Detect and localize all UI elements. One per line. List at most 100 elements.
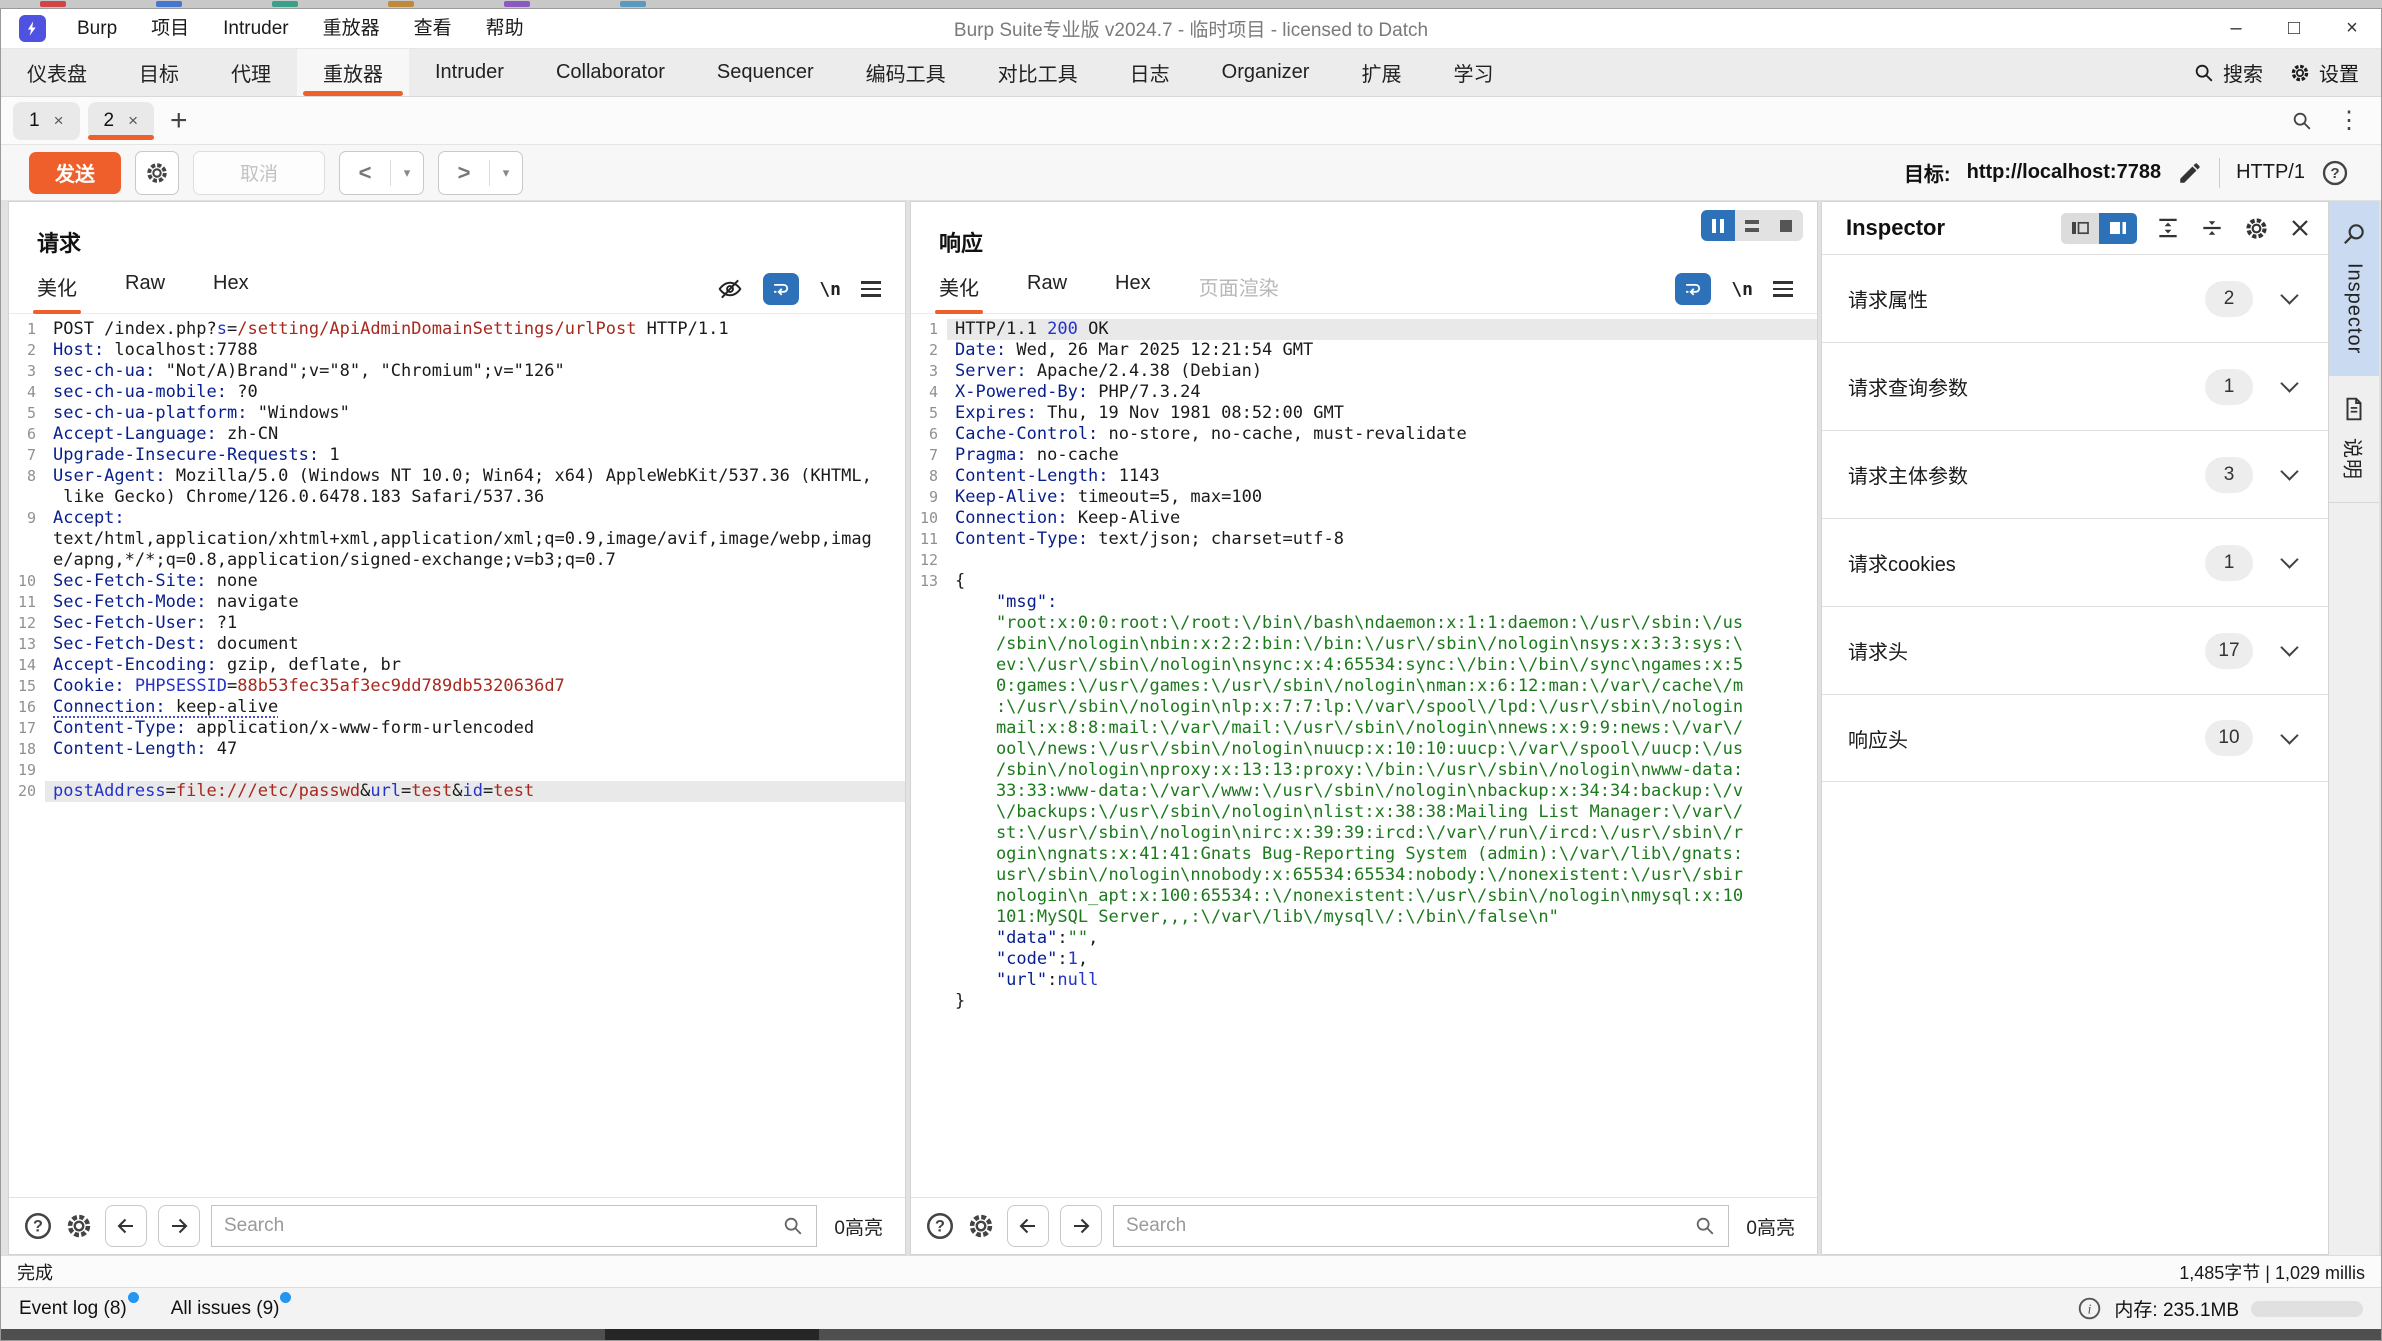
- chevron-down-icon[interactable]: [2280, 462, 2298, 480]
- next-match-button[interactable]: [1060, 1205, 1102, 1247]
- prev-match-button[interactable]: [1007, 1205, 1049, 1247]
- response-tab-Hex[interactable]: Hex: [1115, 272, 1151, 313]
- hide-nonprintable-eye-slash-icon[interactable]: [717, 276, 743, 302]
- main-tab-重放器[interactable]: 重放器: [297, 49, 409, 96]
- request-tab-美化[interactable]: 美化: [37, 272, 77, 313]
- maximize-button[interactable]: □: [2265, 9, 2323, 49]
- cancel-button[interactable]: 取消: [193, 151, 325, 195]
- main-tab-对比工具[interactable]: 对比工具: [972, 49, 1104, 96]
- inspector-settings-gear-icon[interactable]: [2243, 215, 2270, 242]
- line-number: 3: [911, 361, 947, 382]
- main-tab-目标[interactable]: 目标: [113, 49, 205, 96]
- new-repeater-tab-button[interactable]: +: [170, 104, 188, 138]
- menu-item-重放器[interactable]: 重放器: [306, 9, 397, 49]
- close-tab-icon[interactable]: ×: [128, 111, 138, 131]
- main-tab-编码工具[interactable]: 编码工具: [840, 49, 972, 96]
- editor-menu-icon[interactable]: [1773, 281, 1793, 297]
- menu-item-帮助[interactable]: 帮助: [469, 9, 541, 49]
- chevron-down-icon[interactable]: [2280, 286, 2298, 304]
- repeater-tab-1[interactable]: 1×: [13, 102, 80, 140]
- response-editor[interactable]: 1HTTP/1.1 200 OK2Date: Wed, 26 Mar 2025 …: [911, 314, 1817, 1197]
- main-tab-仪表盘[interactable]: 仪表盘: [1, 49, 113, 96]
- edit-target-pencil-icon[interactable]: [2177, 160, 2203, 186]
- soft-wrap-toggle-icon[interactable]: [1675, 273, 1711, 305]
- main-tab-日志[interactable]: 日志: [1104, 49, 1196, 96]
- chevron-right-icon[interactable]: >: [439, 152, 489, 194]
- inspector-section-请求主体参数[interactable]: 请求主体参数3: [1822, 430, 2328, 518]
- inspector-section-请求属性[interactable]: 请求属性2: [1822, 254, 2328, 342]
- show-newlines-toggle-icon[interactable]: \n: [819, 279, 841, 300]
- search-help-icon[interactable]: [925, 1211, 955, 1241]
- repeater-search-icon[interactable]: [2291, 110, 2313, 132]
- inspector-close-icon[interactable]: [2288, 216, 2312, 240]
- response-tab-美化[interactable]: 美化: [939, 272, 979, 313]
- chevron-down-icon[interactable]: [2280, 726, 2298, 744]
- menu-item-Burp[interactable]: Burp: [60, 9, 134, 49]
- layout-columns-button[interactable]: [1701, 210, 1735, 241]
- main-tab-扩展[interactable]: 扩展: [1335, 49, 1427, 96]
- layout-single-button[interactable]: [1769, 210, 1803, 241]
- request-panel-tab-row: 美化 Raw Hex \n: [9, 258, 905, 314]
- repeater-tab-2[interactable]: 2×: [88, 102, 155, 140]
- editor-menu-icon[interactable]: [861, 281, 881, 297]
- layout-rows-button[interactable]: [1735, 210, 1769, 241]
- request-search-input[interactable]: [224, 1215, 782, 1237]
- inspector-section-请求cookies[interactable]: 请求cookies1: [1822, 518, 2328, 606]
- chevron-down-icon[interactable]: [2280, 638, 2298, 656]
- inspector-section-响应头[interactable]: 响应头10: [1822, 694, 2328, 782]
- main-tab-Sequencer[interactable]: Sequencer: [691, 49, 840, 96]
- history-back-button[interactable]: < ▾: [339, 151, 424, 195]
- inspector-dock-left-button[interactable]: [2061, 213, 2099, 244]
- main-tab-Intruder[interactable]: Intruder: [409, 49, 530, 96]
- global-search-button[interactable]: 搜索: [2193, 58, 2263, 87]
- main-tab-Collaborator[interactable]: Collaborator: [530, 49, 691, 96]
- show-newlines-toggle-icon[interactable]: \n: [1731, 279, 1753, 300]
- all-issues-button[interactable]: All issues (9): [171, 1298, 280, 1320]
- main-tab-代理[interactable]: 代理: [205, 49, 297, 96]
- back-dropdown-icon[interactable]: ▾: [391, 152, 423, 194]
- more-options-icon[interactable]: ⋮: [2337, 106, 2361, 135]
- line-number: 7: [911, 445, 947, 466]
- expand-all-icon[interactable]: [2155, 215, 2181, 241]
- response-tab-页面渲染[interactable]: 页面渲染: [1199, 272, 1279, 313]
- main-tab-学习[interactable]: 学习: [1427, 49, 1519, 96]
- global-settings-button[interactable]: 设置: [2289, 58, 2359, 87]
- sidebar-tab-notes[interactable]: 说明: [2329, 376, 2379, 503]
- request-tab-Hex[interactable]: Hex: [213, 272, 249, 313]
- request-editor[interactable]: 1POST /index.php?s=/setting/ApiAdminDoma…: [9, 314, 905, 1197]
- send-settings-button[interactable]: [135, 151, 179, 195]
- chevron-down-icon[interactable]: [2280, 550, 2298, 568]
- minimize-button[interactable]: –: [2207, 9, 2265, 49]
- chevron-left-icon[interactable]: <: [340, 152, 390, 194]
- chevron-down-icon[interactable]: [2280, 374, 2298, 392]
- soft-wrap-toggle-icon[interactable]: [763, 273, 799, 305]
- search-help-icon[interactable]: [23, 1211, 53, 1241]
- prev-match-button[interactable]: [105, 1205, 147, 1247]
- response-tab-Raw[interactable]: Raw: [1027, 272, 1067, 313]
- forward-dropdown-icon[interactable]: ▾: [490, 152, 522, 194]
- close-tab-icon[interactable]: ×: [54, 111, 64, 131]
- inspector-dock-right-button[interactable]: [2099, 213, 2137, 244]
- line-number: [911, 823, 947, 844]
- search-settings-gear-icon[interactable]: [966, 1211, 996, 1241]
- event-log-button[interactable]: Event log (8): [19, 1298, 127, 1320]
- menu-item-Intruder[interactable]: Intruder: [206, 9, 305, 49]
- main-tab-Organizer[interactable]: Organizer: [1196, 49, 1336, 96]
- menu-item-查看[interactable]: 查看: [397, 9, 469, 49]
- next-match-button[interactable]: [158, 1205, 200, 1247]
- http-version-label[interactable]: HTTP/1: [2236, 161, 2305, 184]
- line-text: Upgrade-Insecure-Requests: 1: [45, 445, 905, 466]
- response-search-input[interactable]: [1126, 1215, 1694, 1237]
- info-icon[interactable]: [2077, 1296, 2102, 1321]
- close-button[interactable]: ×: [2323, 9, 2381, 49]
- request-tab-Raw[interactable]: Raw: [125, 272, 165, 313]
- inspector-section-请求头[interactable]: 请求头17: [1822, 606, 2328, 694]
- sidebar-tab-inspector[interactable]: Inspector: [2329, 201, 2379, 376]
- history-forward-button[interactable]: > ▾: [438, 151, 523, 195]
- inspector-section-请求查询参数[interactable]: 请求查询参数1: [1822, 342, 2328, 430]
- collapse-all-icon[interactable]: [2199, 215, 2225, 241]
- menu-item-项目[interactable]: 项目: [134, 9, 206, 49]
- help-icon[interactable]: [2321, 159, 2349, 187]
- send-button[interactable]: 发送: [29, 152, 121, 194]
- search-settings-gear-icon[interactable]: [64, 1211, 94, 1241]
